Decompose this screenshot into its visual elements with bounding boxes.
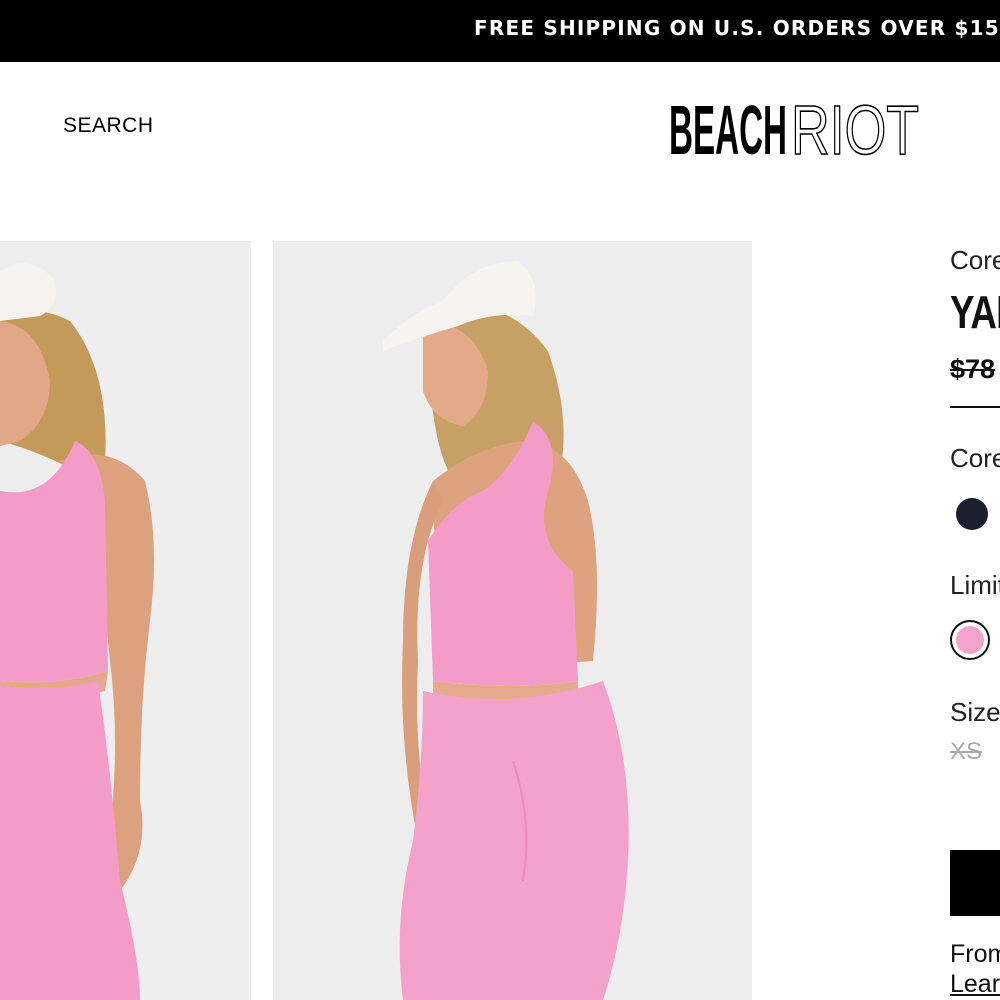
announcement-bar: FREE SHIPPING ON U.S. ORDERS OVER $150S — [0, 0, 1000, 62]
product-price: $78 — [950, 354, 996, 384]
product-image-front[interactable] — [0, 241, 251, 1000]
learn-more-link[interactable]: Lear — [950, 970, 1000, 999]
announcement-message: FREE SHIPPING ON U.S. ORDERS OVER $150 — [474, 16, 1000, 40]
size-label: Size — [950, 697, 1000, 727]
product-title: YAI — [950, 286, 1000, 338]
core-colors-label: Core — [950, 443, 1000, 473]
installments-text: From — [950, 940, 1000, 968]
product-image-back[interactable] — [273, 241, 752, 1000]
limited-colors-label: Limit — [950, 570, 1000, 600]
divider — [950, 406, 1000, 408]
size-option-xs[interactable]: XS — [950, 738, 982, 766]
add-to-cart-button[interactable] — [950, 850, 1000, 916]
svg-text:RIOT: RIOT — [791, 96, 919, 158]
site-header: SEARCH BEACH RIOT — [0, 62, 1000, 190]
product-info-panel: Core YAI $78 Core Limit Size XS From Lea… — [950, 240, 1000, 1000]
svg-text:BEACH: BEACH — [669, 96, 787, 158]
pink-swatch-fill — [956, 626, 984, 654]
color-swatch-navy[interactable] — [956, 498, 988, 530]
collection-name: Core — [950, 245, 1000, 275]
color-swatch-pink-selected[interactable] — [950, 620, 990, 660]
announcement-text: FREE SHIPPING ON U.S. ORDERS OVER $150S — [474, 16, 1000, 40]
search-link[interactable]: SEARCH — [63, 114, 154, 138]
brand-logo[interactable]: BEACH RIOT — [669, 96, 921, 158]
